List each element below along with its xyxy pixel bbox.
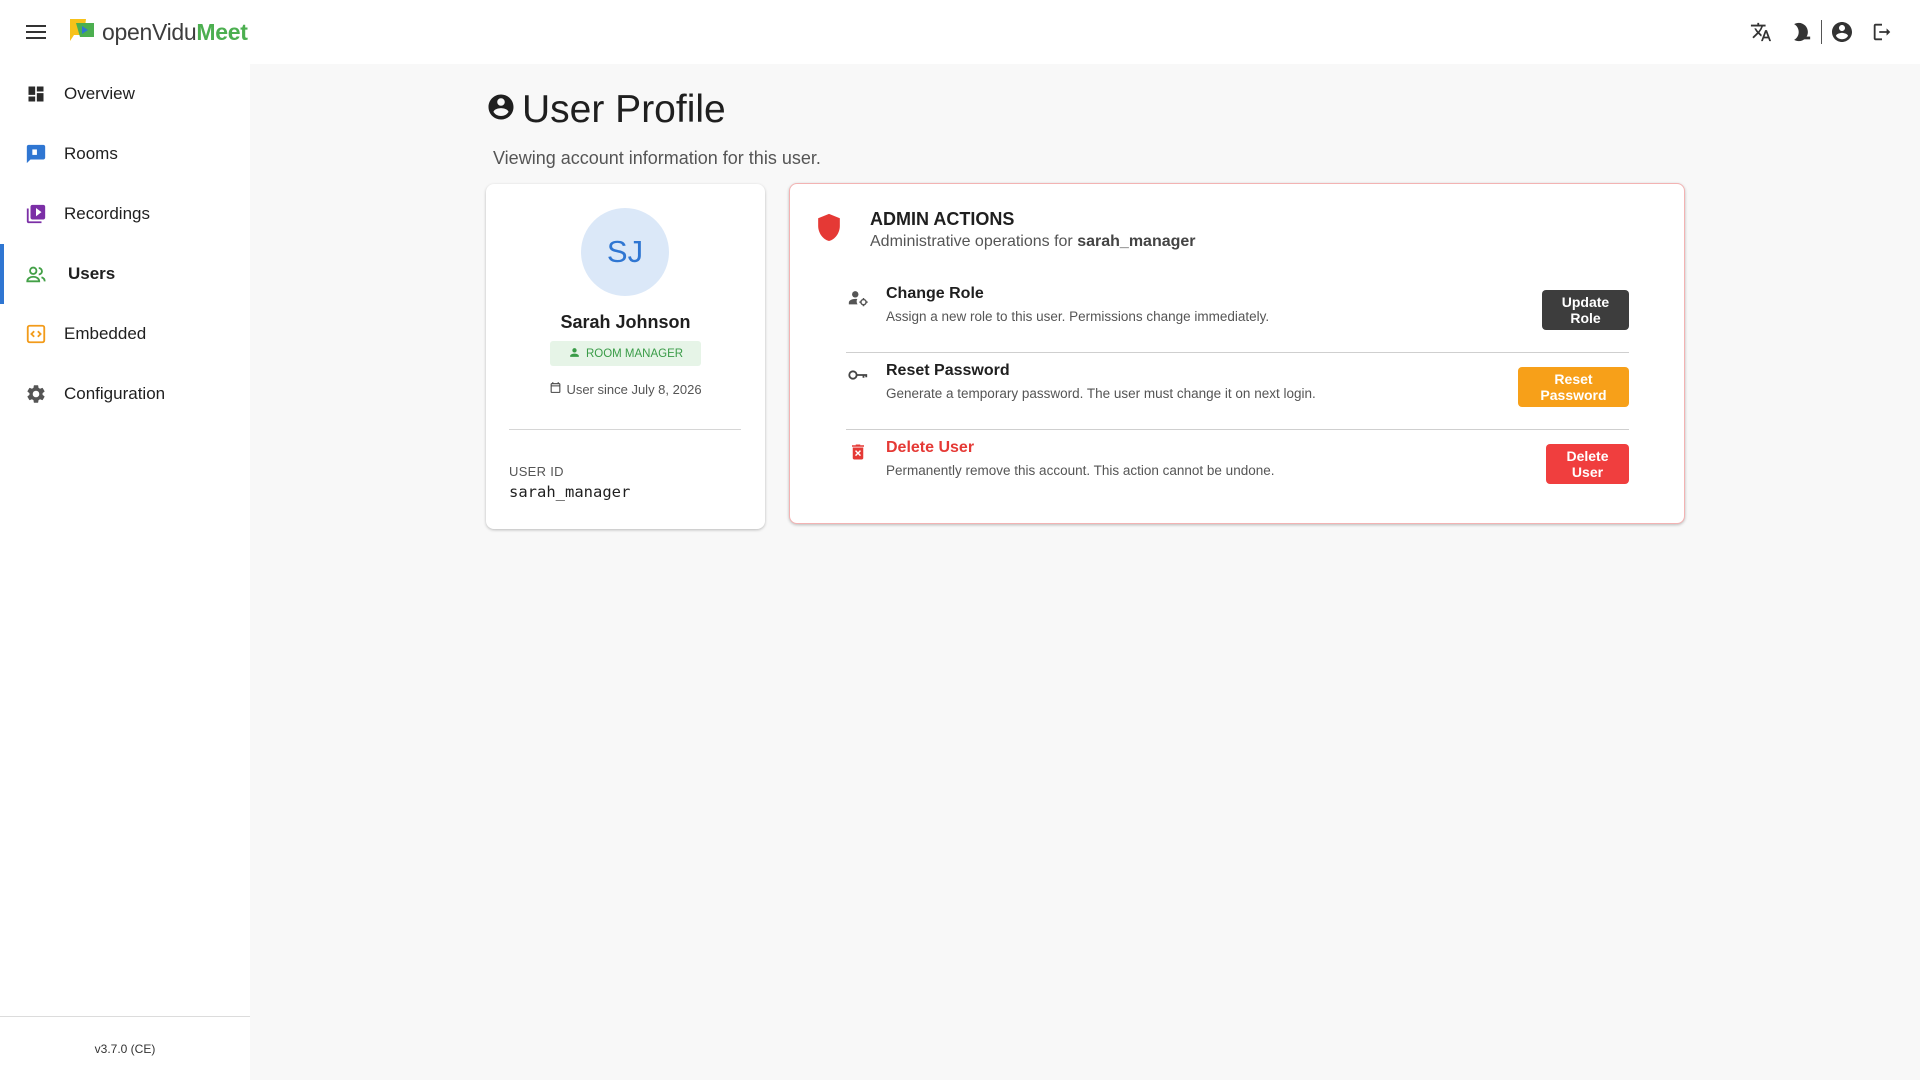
admin-actions-title: ADMIN ACTIONS bbox=[870, 209, 1015, 229]
users-icon bbox=[24, 262, 48, 286]
sidebar-item-label: Configuration bbox=[64, 384, 166, 403]
person-icon bbox=[568, 346, 581, 362]
action-row-change-role: Change Role Assign a new role to this us… bbox=[846, 276, 1629, 353]
role-badge: ROOM MANAGER bbox=[550, 341, 701, 366]
sidebar-item-label: Overview bbox=[64, 84, 135, 103]
action-title: Delete User bbox=[886, 439, 975, 456]
sidebar-item-label: Rooms bbox=[64, 144, 118, 163]
action-description: Permanently remove this account. This ac… bbox=[886, 463, 1275, 478]
user-id-value: sarah_manager bbox=[509, 483, 631, 501]
logout-icon[interactable] bbox=[1862, 14, 1902, 50]
role-badge-label: ROOM MANAGER bbox=[585, 347, 684, 360]
sidebar-item-label: Recordings bbox=[64, 204, 150, 223]
user-id-label: USER ID bbox=[509, 464, 564, 479]
app-version: v3.7.0 (CE) bbox=[0, 1016, 250, 1080]
sidebar-item-overview[interactable]: Overview bbox=[0, 64, 250, 124]
manage-accounts-icon bbox=[846, 286, 870, 310]
openvidu-logo-icon bbox=[68, 17, 96, 48]
sidebar-item-label: Embedded bbox=[64, 324, 147, 343]
sidebar-item-recordings[interactable]: Recordings bbox=[0, 184, 250, 244]
top-actions bbox=[1741, 14, 1902, 50]
app-logo-text: openViduMeet bbox=[102, 18, 248, 45]
member-since-text: User since July 8, 2026 bbox=[566, 381, 702, 397]
account-circle-icon[interactable] bbox=[1822, 14, 1862, 50]
delete-user-button[interactable]: Delete User bbox=[1546, 444, 1629, 484]
sidebar-item-embedded[interactable]: Embedded bbox=[0, 304, 250, 364]
action-title: Reset Password bbox=[886, 362, 1010, 379]
member-since: User since July 8, 2026 bbox=[486, 381, 765, 397]
shield-icon bbox=[816, 212, 842, 249]
account-circle-icon bbox=[486, 88, 516, 132]
dark-mode-icon[interactable] bbox=[1781, 14, 1821, 50]
sidebar-item-rooms[interactable]: Rooms bbox=[0, 124, 250, 184]
reset-password-button[interactable]: Reset Password bbox=[1518, 367, 1629, 407]
profile-card: SJ Sarah Johnson ROOM MANAGER User since… bbox=[486, 184, 765, 529]
page-title-text: User Profile bbox=[522, 88, 726, 131]
update-role-button[interactable]: Update Role bbox=[1542, 290, 1629, 330]
translate-icon[interactable] bbox=[1741, 14, 1781, 50]
menu-icon[interactable] bbox=[20, 16, 52, 48]
action-description: Assign a new role to this user. Permissi… bbox=[886, 309, 1270, 324]
app-logo[interactable]: openViduMeet bbox=[68, 18, 248, 46]
page-header: User Profile Viewing account information… bbox=[486, 88, 821, 169]
page-title: User Profile bbox=[486, 88, 821, 132]
page-subtitle: Viewing account information for this use… bbox=[493, 148, 821, 168]
admin-actions-subtitle: Administrative operations for sarah_mana… bbox=[870, 233, 1196, 251]
dashboard-icon bbox=[24, 82, 48, 106]
sidebar-item-label: Users bbox=[68, 264, 116, 283]
divider bbox=[509, 429, 741, 430]
sidebar-item-configuration[interactable]: Configuration bbox=[0, 364, 250, 424]
top-app-bar: openViduMeet bbox=[0, 0, 1920, 64]
rooms-icon bbox=[24, 142, 48, 166]
action-description: Generate a temporary password. The user … bbox=[886, 386, 1316, 401]
embedded-icon bbox=[24, 322, 48, 346]
sidebar: Overview Rooms Recordings Users Embedded… bbox=[0, 64, 250, 1080]
action-row-delete-user: Delete User Permanently remove this acco… bbox=[846, 430, 1629, 507]
admin-actions-card: ADMIN ACTIONS Administrative operations … bbox=[789, 183, 1685, 524]
key-icon bbox=[846, 363, 870, 387]
sidebar-item-users[interactable]: Users bbox=[0, 244, 250, 304]
admin-subtitle-prefix: Administrative operations for bbox=[870, 233, 1073, 250]
delete-icon bbox=[846, 440, 870, 464]
action-row-reset-password: Reset Password Generate a temporary pass… bbox=[846, 353, 1629, 430]
settings-icon bbox=[24, 382, 48, 406]
action-title: Change Role bbox=[886, 285, 984, 302]
profile-name: Sarah Johnson bbox=[560, 312, 691, 332]
recordings-icon bbox=[24, 202, 48, 226]
calendar-icon bbox=[549, 381, 562, 397]
admin-subtitle-user: sarah_manager bbox=[1077, 233, 1196, 250]
avatar: SJ bbox=[581, 208, 669, 296]
